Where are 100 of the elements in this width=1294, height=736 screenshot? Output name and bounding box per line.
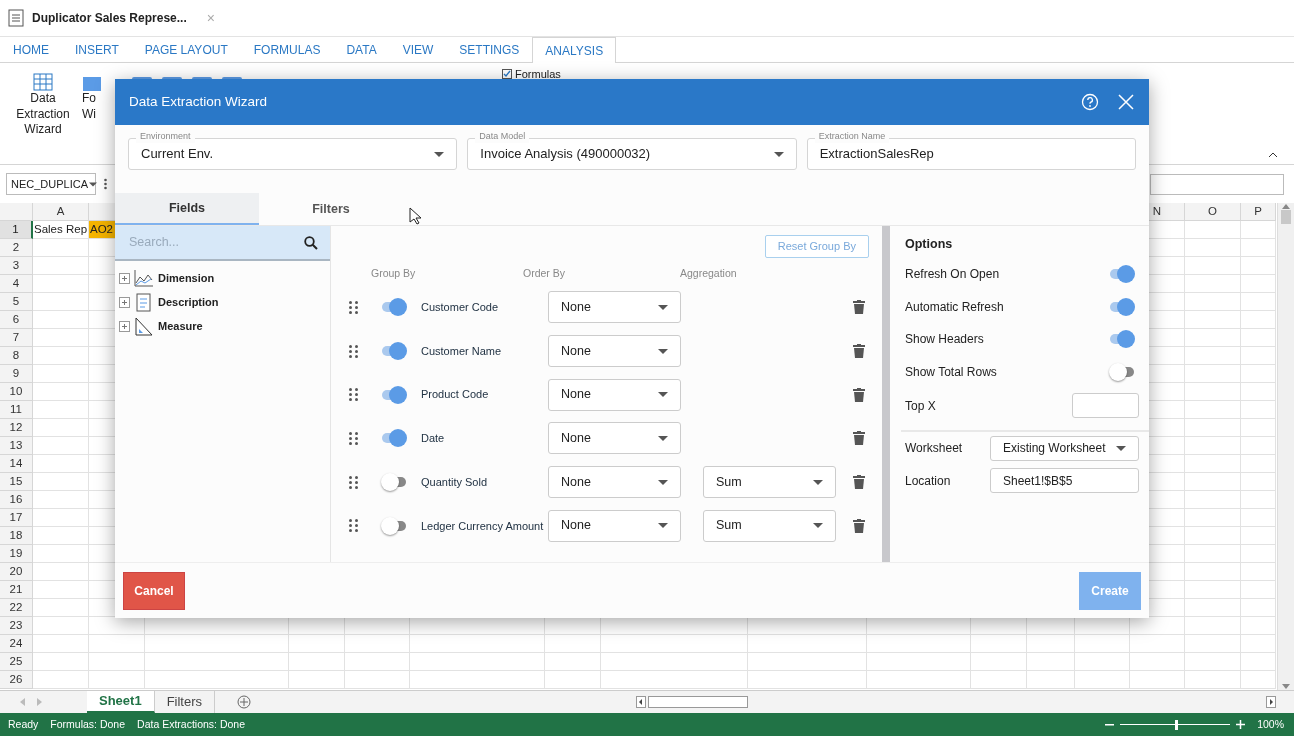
expand-icon[interactable] [119,321,130,332]
row-header[interactable]: 9 [0,365,33,383]
table-cell[interactable] [1185,365,1241,383]
dropdown[interactable]: Sum [703,466,836,499]
scroll-left-icon[interactable] [636,696,646,708]
row-header[interactable]: 7 [0,329,33,347]
table-cell[interactable] [33,653,89,671]
row-header[interactable]: 18 [0,527,33,545]
row-header[interactable]: 24 [0,635,33,653]
table-cell[interactable] [1241,347,1276,365]
row-header[interactable]: 10 [0,383,33,401]
table-cell[interactable] [1241,509,1276,527]
table-cell[interactable] [1241,293,1276,311]
toggle-switch[interactable] [1109,297,1135,316]
dropdown[interactable]: None [548,335,681,368]
table-cell[interactable] [289,671,345,689]
trash-icon[interactable] [853,344,865,359]
table-cell[interactable] [33,275,89,293]
table-cell[interactable] [33,617,89,635]
table-cell[interactable] [1241,527,1276,545]
table-cell[interactable] [33,293,89,311]
table-cell[interactable] [1241,365,1276,383]
table-cell[interactable] [748,653,867,671]
close-icon[interactable] [1117,93,1135,111]
dropdown[interactable]: Invoice Analysis (490000032) [467,138,797,170]
table-cell[interactable] [1241,473,1276,491]
row-header[interactable]: 5 [0,293,33,311]
ribbon-button[interactable]: Data Extraction Wizard [14,73,72,138]
table-cell[interactable] [1075,671,1130,689]
table-cell[interactable] [1075,635,1130,653]
table-cell[interactable] [545,635,601,653]
next-icon[interactable] [37,698,42,706]
table-cell[interactable] [33,473,89,491]
row-header[interactable]: 13 [0,437,33,455]
table-cell[interactable] [33,491,89,509]
table-cell[interactable] [1185,275,1241,293]
dropdown[interactable]: None [548,466,681,499]
table-cell[interactable] [1241,599,1276,617]
zoom-out-icon[interactable] [1105,723,1115,726]
table-cell[interactable] [33,545,89,563]
table-cell[interactable] [1185,671,1241,689]
scrollbar[interactable] [882,226,890,562]
table-cell[interactable] [289,653,345,671]
table-cell[interactable] [33,437,89,455]
table-cell[interactable] [1185,401,1241,419]
input-field[interactable]: ExtractionSalesRep [806,138,1136,170]
row-header[interactable]: 2 [0,239,33,257]
table-cell[interactable] [1185,563,1241,581]
table-cell[interactable] [1130,635,1185,653]
table-cell[interactable] [145,653,289,671]
table-cell[interactable] [33,257,89,275]
toggle-switch[interactable] [381,385,407,404]
table-cell[interactable] [33,365,89,383]
dropdown[interactable]: None [548,509,681,542]
ribbon-tab[interactable]: FORMULAS [240,37,334,62]
row-header[interactable]: 4 [0,275,33,293]
table-cell[interactable] [1027,671,1075,689]
trash-icon[interactable] [853,475,865,490]
table-cell[interactable] [145,671,289,689]
column-header[interactable]: O [1185,203,1241,221]
table-cell[interactable] [1241,545,1276,563]
ribbon-tab[interactable]: ANALYSIS [532,37,617,63]
table-cell[interactable] [601,671,748,689]
toggle-switch[interactable] [381,342,407,361]
tree-item[interactable]: Dimension [158,270,215,287]
table-cell[interactable] [971,671,1027,689]
row-header[interactable]: 21 [0,581,33,599]
table-cell[interactable] [1027,653,1075,671]
table-cell[interactable] [345,671,410,689]
trash-icon[interactable] [853,300,865,315]
table-cell[interactable] [1241,581,1276,599]
dropdown[interactable]: None [548,291,681,324]
table-cell[interactable] [1185,311,1241,329]
table-cell[interactable] [1027,635,1075,653]
toggle-switch[interactable] [381,516,407,535]
row-header[interactable]: 25 [0,653,33,671]
table-cell[interactable] [1185,347,1241,365]
tab[interactable]: Filters [259,193,403,225]
add-icon[interactable] [237,695,252,709]
table-cell[interactable] [748,671,867,689]
table-cell[interactable] [33,581,89,599]
toggle-switch[interactable] [1109,362,1135,381]
table-cell[interactable] [33,455,89,473]
dropdown[interactable]: Existing Worksheet [990,435,1139,461]
table-cell[interactable] [1241,221,1276,239]
tab[interactable]: Fields [115,193,259,225]
table-cell[interactable] [289,635,345,653]
table-cell[interactable] [1185,257,1241,275]
table-cell[interactable] [1185,473,1241,491]
drag-handle-icon[interactable] [349,431,359,445]
table-cell[interactable] [33,527,89,545]
table-cell[interactable] [867,653,971,671]
table-cell[interactable] [1241,257,1276,275]
table-cell[interactable] [89,635,145,653]
table-cell[interactable] [33,563,89,581]
slider-thumb[interactable] [1175,719,1179,730]
row-header[interactable]: 26 [0,671,33,689]
table-cell[interactable] [410,653,545,671]
table-cell[interactable] [33,635,89,653]
table-cell[interactable] [1185,527,1241,545]
